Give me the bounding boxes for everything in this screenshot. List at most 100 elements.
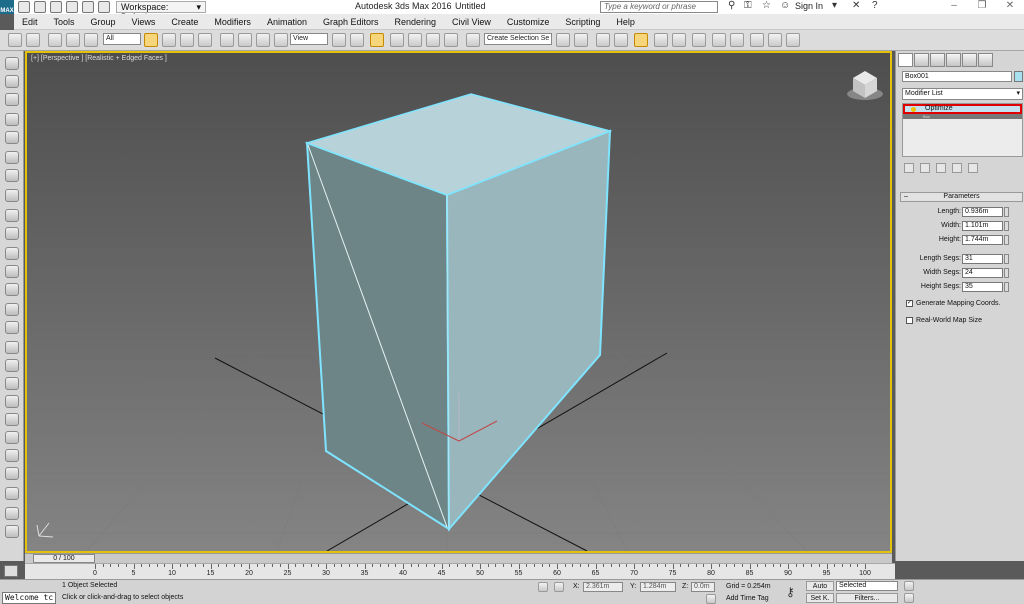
align-icon[interactable] [574, 33, 588, 47]
utilities-tab-icon[interactable] [978, 53, 993, 67]
select-and-scale-icon[interactable] [256, 33, 270, 47]
bones-icon[interactable] [5, 449, 19, 462]
select-manipulate-icon[interactable] [350, 33, 364, 47]
menu-tools[interactable]: Tools [46, 17, 83, 27]
menu-civil-view[interactable]: Civil View [444, 17, 499, 27]
percent-snap-icon[interactable] [426, 33, 440, 47]
teapot-icon[interactable] [5, 169, 19, 182]
hierarchy-tab-icon[interactable] [930, 53, 945, 67]
close-button[interactable]: ✕ [996, 0, 1024, 14]
binoculars-icon[interactable]: ⚲ [728, 0, 735, 11]
target-icon[interactable] [5, 321, 19, 334]
biped-icon[interactable] [5, 467, 19, 480]
width-field[interactable]: 1.101m [962, 221, 1003, 231]
modify-tab-icon[interactable] [914, 53, 929, 67]
unlink-selection-icon[interactable] [66, 33, 80, 47]
user-icon[interactable]: ☺ [780, 0, 790, 11]
isolate-selection-icon[interactable] [5, 487, 19, 500]
stack-item-optimize[interactable]: Optimize [903, 104, 1022, 114]
layer-manager-icon[interactable] [5, 93, 19, 106]
motion-tab-icon[interactable] [946, 53, 961, 67]
select-and-place-icon[interactable] [274, 33, 288, 47]
time-slider-thumb[interactable]: 0 / 100 [33, 554, 95, 563]
stack-item-box[interactable]: Box [903, 114, 1022, 119]
add-time-tag[interactable]: Add Time Tag [726, 595, 769, 602]
object-color-swatch[interactable] [1014, 71, 1023, 82]
exchange-icon[interactable]: ✕ [852, 0, 860, 11]
pivot-center-icon[interactable] [332, 33, 346, 47]
menu-group[interactable]: Group [83, 17, 124, 27]
sun-icon[interactable] [5, 303, 19, 316]
select-object-icon[interactable] [144, 33, 158, 47]
x-coordinate-field[interactable]: 2.361m [583, 582, 623, 592]
chevron-down-icon[interactable]: ▾ [832, 0, 837, 11]
hierarchy-icon[interactable] [5, 265, 19, 278]
rectangular-selection-icon[interactable] [180, 33, 194, 47]
height-field[interactable]: 1.744m [962, 235, 1003, 245]
height-segs-field[interactable]: 35 [962, 282, 1003, 292]
spinner-icon[interactable] [1004, 254, 1009, 264]
menu-rendering[interactable]: Rendering [387, 17, 445, 27]
maximize-button[interactable]: ❐ [968, 0, 996, 14]
open-file-icon[interactable] [34, 1, 46, 13]
auto-key-button[interactable]: Auto [806, 581, 834, 591]
plane-icon[interactable] [5, 209, 19, 222]
show-end-result-icon[interactable] [920, 163, 930, 173]
freeze-icon[interactable] [5, 151, 19, 164]
display-tab-icon[interactable] [962, 53, 977, 67]
y-coordinate-field[interactable]: 1.284m [640, 582, 676, 592]
object-name-field[interactable]: Box001 [902, 71, 1012, 82]
star-icon[interactable]: ☆ [762, 0, 771, 11]
menu-scripting[interactable]: Scripting [557, 17, 608, 27]
render-setup-icon[interactable] [712, 33, 726, 47]
spinner-icon[interactable] [1004, 207, 1009, 217]
grid-icon[interactable] [5, 507, 19, 520]
key-filters-button[interactable]: Filters... [836, 593, 898, 603]
subscription-icon[interactable]: ⚿ [744, 0, 752, 11]
toggle-ribbon-icon[interactable] [634, 33, 648, 47]
menu-views[interactable]: Views [124, 17, 164, 27]
snaps-toggle-icon[interactable] [390, 33, 404, 47]
help-icon[interactable]: ? [872, 0, 878, 11]
particle-icon[interactable] [5, 395, 19, 408]
perspective-viewport[interactable]: [+] [Perspective ] [Realistic + Edged Fa… [25, 51, 892, 553]
menu-animation[interactable]: Animation [259, 17, 315, 27]
toggle-scene-explorer-icon[interactable] [596, 33, 610, 47]
real-world-map-size-checkbox[interactable]: Real-World Map Size [906, 317, 982, 324]
a360-gallery-icon[interactable] [786, 33, 800, 47]
rendered-frame-window-icon[interactable] [730, 33, 744, 47]
checkbox-unchecked[interactable] [906, 317, 913, 324]
camera-icon[interactable] [5, 189, 19, 202]
time-tag-icon[interactable] [706, 594, 716, 604]
plant-icon[interactable] [5, 431, 19, 444]
remove-modifier-icon[interactable] [952, 163, 962, 173]
minimize-button[interactable]: – [940, 0, 968, 14]
generate-mapping-checkbox[interactable]: ✓ Generate Mapping Coords. [906, 300, 1000, 307]
toggle-layer-explorer-icon[interactable] [614, 33, 628, 47]
redo-icon[interactable] [82, 1, 94, 13]
select-and-link-icon[interactable] [48, 33, 62, 47]
angle-snap-icon[interactable] [408, 33, 422, 47]
z-coordinate-field[interactable]: 0.0m [691, 582, 715, 592]
systems-icon[interactable] [5, 377, 19, 390]
keyboard-shortcut-override-icon[interactable] [370, 33, 384, 47]
project-folder-icon[interactable] [98, 1, 110, 13]
select-and-move-icon[interactable] [220, 33, 234, 47]
selection-filter-dropdown[interactable]: All [103, 33, 141, 45]
menu-create[interactable]: Create [163, 17, 206, 27]
parameters-rollout-header[interactable]: – Parameters [900, 192, 1023, 202]
app-logo-icon[interactable]: MAX [0, 0, 14, 14]
spinner-icon[interactable] [1004, 268, 1009, 278]
mini-curve-editor-icon[interactable] [4, 565, 18, 577]
space-warp-icon[interactable] [5, 359, 19, 372]
configure-modifier-sets-icon[interactable] [968, 163, 978, 173]
render-in-cloud-icon[interactable] [768, 33, 782, 47]
key-filter-dropdown[interactable]: Selected [836, 581, 898, 591]
isolate-icon[interactable] [554, 582, 564, 592]
set-key-button[interactable]: Set K. [806, 593, 834, 603]
sign-in-button[interactable]: Sign In [795, 1, 823, 11]
lightbulb-icon[interactable] [911, 107, 916, 112]
maxscript-listener-input[interactable]: Welcome tc [2, 592, 56, 604]
lock-selection-icon[interactable] [538, 582, 548, 592]
menu-modifiers[interactable]: Modifiers [206, 17, 259, 27]
